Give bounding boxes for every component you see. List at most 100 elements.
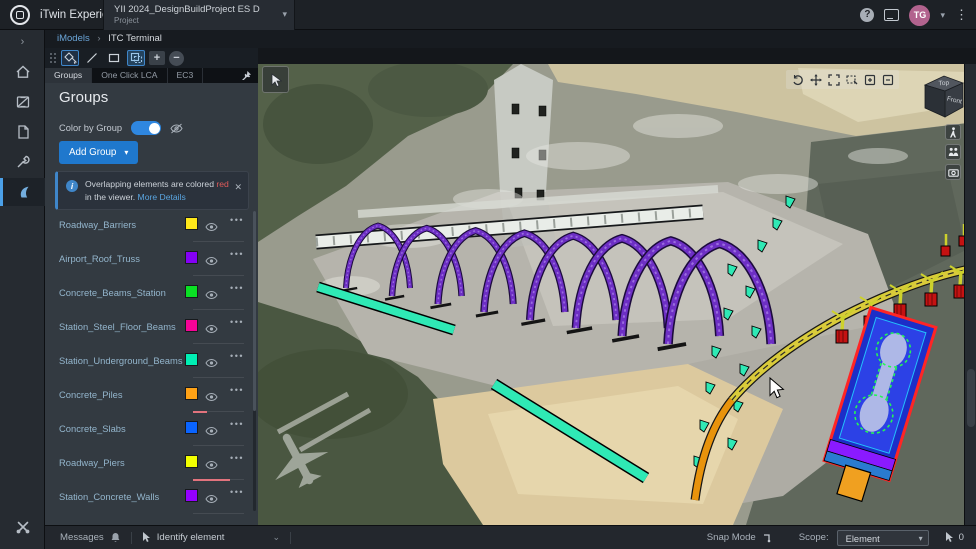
eye-icon[interactable]: [205, 389, 218, 407]
group-name[interactable]: Station_Steel_Floor_Beams: [59, 321, 176, 332]
group-color-swatch[interactable]: [186, 320, 197, 331]
viewport[interactable]: Top Front: [258, 48, 976, 525]
group-select-tool[interactable]: [127, 50, 145, 66]
project-tab[interactable]: YII 2024_DesignBuildProject ES D Project…: [103, 0, 295, 30]
group-divider: [193, 309, 244, 310]
panel-drag-handle[interactable]: [967, 369, 975, 427]
group-color-swatch[interactable]: [186, 490, 197, 501]
undo-view-icon[interactable]: [790, 72, 805, 87]
add-to-group-button[interactable]: +: [149, 51, 165, 65]
select-element-tool[interactable]: [61, 50, 79, 66]
eye-icon[interactable]: [205, 491, 218, 509]
banner-highlight: red: [216, 179, 228, 189]
feedback-icon[interactable]: [884, 9, 899, 21]
group-name[interactable]: Airport_Roof_Truss: [59, 253, 140, 264]
help-button[interactable]: ?: [860, 8, 874, 22]
eye-icon[interactable]: [205, 423, 218, 441]
banner-close-icon[interactable]: ✕: [234, 182, 242, 193]
pin-panel-button[interactable]: [242, 68, 252, 83]
pan-icon[interactable]: [808, 72, 823, 87]
panel-toolbar: + −: [45, 48, 258, 68]
breadcrumb-imodels[interactable]: iModels: [57, 33, 90, 44]
group-menu-button[interactable]: •••: [230, 419, 244, 429]
group-name[interactable]: Station_Concrete_Walls: [59, 491, 159, 502]
group-name[interactable]: Roadway_Barriers: [59, 219, 136, 230]
sidebar-expand-button[interactable]: ›: [0, 32, 45, 52]
viewer-nav-toolbar: [786, 70, 899, 89]
zoom-in-icon[interactable]: [862, 72, 877, 87]
drag-handle-icon[interactable]: [49, 52, 57, 64]
group-menu-button[interactable]: •••: [230, 249, 244, 259]
group-color-swatch[interactable]: [186, 286, 197, 297]
sidebar-item-carbon-analysis[interactable]: [0, 178, 45, 206]
camera-tool-button[interactable]: [945, 164, 961, 180]
snap-mode-icon[interactable]: [763, 533, 773, 543]
more-details-link[interactable]: More Details: [138, 192, 186, 202]
color-by-group-toggle[interactable]: [131, 121, 161, 135]
sidebar-item-documents[interactable]: [0, 118, 45, 146]
group-menu-button[interactable]: •••: [230, 317, 244, 327]
status-bar: Messages Identify element ⌄ Snap Mode Sc…: [45, 525, 976, 549]
scope-select[interactable]: Element ▾: [837, 530, 929, 546]
group-menu-button[interactable]: •••: [230, 351, 244, 361]
group-name[interactable]: Roadway_Piers: [59, 457, 125, 468]
eye-icon[interactable]: [205, 321, 218, 339]
group-color-swatch[interactable]: [186, 456, 197, 467]
group-name[interactable]: Concrete_Beams_Station: [59, 287, 166, 298]
group-name[interactable]: Concrete_Slabs: [59, 423, 126, 434]
selection-count: 0: [959, 532, 964, 543]
fit-view-icon[interactable]: [826, 72, 841, 87]
eye-slash-icon[interactable]: [170, 123, 183, 134]
tab-ec3[interactable]: EC3: [168, 68, 204, 83]
add-group-button[interactable]: Add Group ▾: [59, 141, 138, 164]
people-tool-button[interactable]: [945, 144, 961, 160]
group-color-swatch[interactable]: [186, 218, 197, 229]
group-menu-button[interactable]: •••: [230, 385, 244, 395]
zoom-out-icon[interactable]: [880, 72, 895, 87]
eye-icon[interactable]: [205, 253, 218, 271]
more-menu-icon[interactable]: ⋮: [955, 7, 968, 23]
tab-groups[interactable]: Groups: [45, 68, 92, 83]
tab-one-click-lca[interactable]: One Click LCA: [92, 68, 167, 83]
messages-button[interactable]: Messages: [60, 532, 104, 543]
viewer-select-tool-button[interactable]: [262, 66, 289, 93]
banner-text: Overlapping elements are colored: [85, 179, 216, 189]
walk-icon: [949, 127, 958, 138]
page-title: Groups: [59, 89, 108, 106]
breadcrumb-separator: ›: [97, 33, 100, 44]
sidebar-item-tools[interactable]: [0, 148, 45, 176]
line-tool[interactable]: [83, 50, 101, 66]
group-menu-button[interactable]: •••: [230, 215, 244, 225]
view-cube[interactable]: Top Front: [916, 72, 968, 124]
group-color-swatch[interactable]: [186, 252, 197, 263]
scope-label: Scope:: [799, 532, 829, 543]
panel-scrollbar[interactable]: [253, 211, 256, 511]
identify-element-label[interactable]: Identify element: [157, 532, 225, 543]
account-chevron-icon[interactable]: ▾: [940, 10, 945, 21]
group-name[interactable]: Concrete_Piles: [59, 389, 123, 400]
eye-icon[interactable]: [205, 355, 218, 373]
group-color-swatch[interactable]: [186, 354, 197, 365]
group-menu-button[interactable]: •••: [230, 453, 244, 463]
notification-bell-icon[interactable]: [110, 532, 121, 543]
group-name[interactable]: Station_Underground_Beams: [59, 355, 183, 366]
eye-icon[interactable]: [205, 457, 218, 475]
eye-icon[interactable]: [205, 287, 218, 305]
group-color-swatch[interactable]: [186, 422, 197, 433]
group-color-swatch[interactable]: [186, 388, 197, 399]
avatar[interactable]: TG: [909, 5, 930, 26]
snap-mode-label[interactable]: Snap Mode: [707, 532, 756, 543]
window-area-icon[interactable]: [844, 72, 859, 87]
sidebar-item-admin[interactable]: [0, 513, 45, 541]
chevron-down-icon[interactable]: ▾: [282, 9, 287, 20]
group-menu-button[interactable]: •••: [230, 487, 244, 497]
sidebar-item-home[interactable]: [0, 58, 45, 86]
group-row: Concrete_Slabs •••: [59, 413, 244, 447]
eye-icon[interactable]: [205, 219, 218, 237]
sidebar-item-imodels[interactable]: [0, 88, 45, 116]
remove-from-group-button[interactable]: −: [169, 51, 184, 66]
chevron-small-icon[interactable]: ⌄: [272, 532, 280, 543]
rectangle-tool[interactable]: [105, 50, 123, 66]
group-menu-button[interactable]: •••: [230, 283, 244, 293]
walk-tool-button[interactable]: [945, 124, 961, 140]
